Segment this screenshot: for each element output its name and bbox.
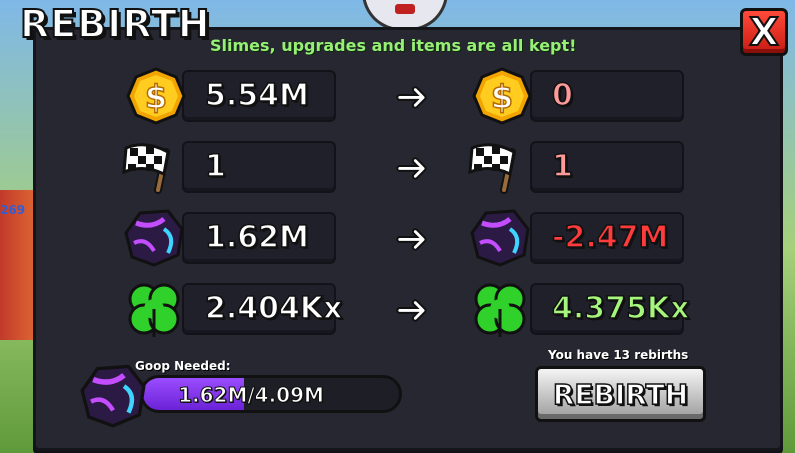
after-goop-value: -2.47M bbox=[551, 220, 669, 255]
checkered-flag-icon bbox=[466, 134, 526, 194]
arrow-right-icon: ➜ bbox=[394, 145, 429, 191]
rebirth-button-label: REBIRTH bbox=[552, 377, 689, 412]
clover-icon bbox=[474, 283, 526, 339]
kept-items-notice: Slimes, upgrades and items are all kept! bbox=[210, 36, 577, 55]
current-coins-value: 5.54M bbox=[204, 78, 309, 113]
coin-icon bbox=[126, 67, 186, 125]
current-rebirths-value: 1 bbox=[204, 149, 226, 184]
close-icon: X bbox=[748, 10, 779, 54]
checkered-flag-icon bbox=[120, 134, 180, 194]
goop-crystal-icon bbox=[124, 207, 184, 267]
rebirth-count-text: You have 13 rebirths bbox=[548, 348, 689, 362]
current-goop-value: 1.62M bbox=[204, 220, 309, 255]
goop-crystal-icon bbox=[80, 362, 146, 428]
goop-progress-bar: 1.62M/4.09M bbox=[140, 375, 402, 413]
goop-needed-label: Goop Needed: bbox=[135, 359, 231, 373]
goop-crystal-icon bbox=[470, 207, 530, 267]
arrow-right-icon: ➜ bbox=[394, 216, 429, 262]
arrow-right-icon: ➜ bbox=[394, 74, 429, 120]
clover-icon bbox=[128, 283, 180, 339]
after-rebirths-value: 1 bbox=[551, 149, 573, 184]
current-luck-value: 2.404Kx bbox=[204, 291, 343, 326]
after-luck-value: 4.375Kx bbox=[551, 291, 690, 326]
goop-progress-text: 1.62M/4.09M bbox=[178, 383, 325, 408]
rebirth-button[interactable]: REBIRTH bbox=[535, 366, 706, 422]
panel-title: REBIRTH bbox=[19, 1, 211, 47]
close-button[interactable]: X bbox=[740, 8, 788, 56]
arrow-right-icon: ➜ bbox=[394, 287, 429, 333]
after-coins-value: 0 bbox=[551, 78, 573, 113]
coin-icon bbox=[472, 67, 532, 125]
background-hud-fragment: 269 bbox=[0, 203, 26, 217]
